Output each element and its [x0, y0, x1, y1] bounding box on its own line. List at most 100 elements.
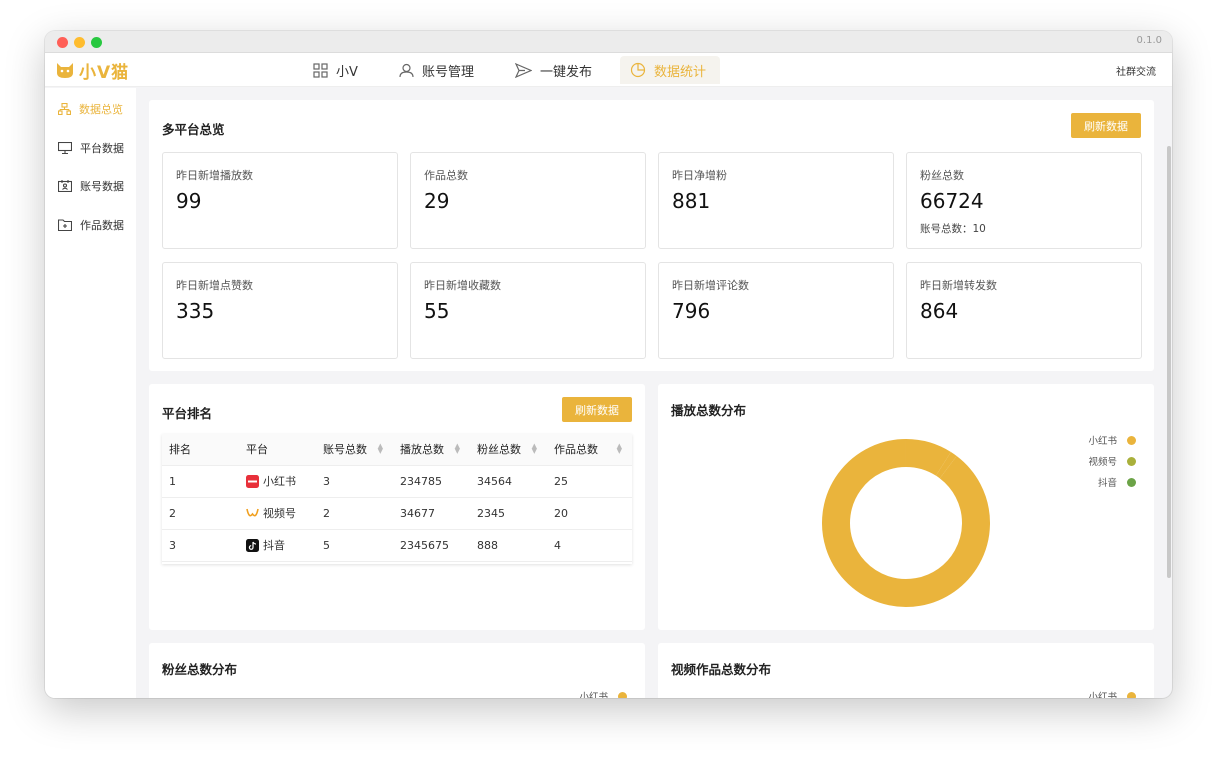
- legend-item[interactable]: 小红书: [1088, 433, 1136, 447]
- sidebar-item-label: 账号数据: [80, 180, 124, 194]
- community-link[interactable]: 社群交流: [1116, 63, 1156, 78]
- sidebar-item-account-data[interactable]: 账号数据: [45, 167, 136, 206]
- cell-platform: 视频号: [239, 497, 316, 530]
- table-row: 3 抖音 5 2345675 888 4: [162, 529, 632, 562]
- tab-label: 数据统计: [654, 64, 707, 80]
- cell-accounts: 3: [316, 465, 393, 498]
- cell-plays: 2345675: [393, 529, 470, 562]
- stat-card-net-fans: 昨日净增粉 881: [658, 152, 894, 249]
- cell-fans: 2345: [470, 497, 547, 530]
- legend-marker: [1127, 691, 1136, 698]
- sort-icon[interactable]: ▲ ▼: [617, 443, 622, 455]
- legend-marker: [1127, 456, 1136, 466]
- stat-card-new-plays: 昨日新增播放数 99: [162, 152, 398, 249]
- column-header-fans[interactable]: 粉丝总数 ▲ ▼: [470, 434, 547, 466]
- plays-chart-title: 播放总数分布: [671, 403, 747, 418]
- legend-item[interactable]: 小红书: [1088, 689, 1136, 698]
- stat-card-new-comments: 昨日新增评论数 796: [658, 262, 894, 359]
- stat-label: 昨日新增评论数: [672, 279, 749, 292]
- column-header-accounts[interactable]: 账号总数 ▲ ▼: [316, 434, 393, 466]
- cell-works: 20: [547, 497, 632, 530]
- cell-fans: 34564: [470, 465, 547, 498]
- send-icon: [515, 62, 532, 78]
- fans-distribution-panel: 粉丝总数分布 小红书: [149, 643, 645, 698]
- legend-item[interactable]: 抖音: [1098, 475, 1136, 489]
- stat-card-new-shares: 昨日新增转发数 864: [906, 262, 1142, 359]
- sidebar-item-label: 数据总览: [79, 103, 123, 117]
- ranking-refresh-button[interactable]: 刷新数据: [562, 397, 632, 422]
- ranking-table: 排名 平台 账号总数 ▲ ▼ 播放总数 ▲ ▼ 粉丝总数 ▲ ▼ 作品总数 ▲ ▼ 1: [162, 434, 632, 564]
- app-name: 小V猫: [79, 62, 130, 83]
- stat-label: 粉丝总数: [920, 169, 964, 182]
- monitor-icon: [58, 141, 72, 154]
- stat-label: 昨日新增转发数: [920, 279, 997, 292]
- maximize-window-button[interactable]: [91, 37, 102, 48]
- sidebar-item-platform-data[interactable]: 平台数据: [45, 129, 136, 168]
- donut-slice-1[interactable]: [935, 452, 957, 479]
- stat-label: 昨日新增收藏数: [424, 279, 501, 292]
- ranking-title: 平台排名: [162, 406, 213, 421]
- cell-plays: 34677: [393, 497, 470, 530]
- column-header-platform: 平台: [239, 434, 316, 466]
- sidebar-item-works-data[interactable]: 作品数据: [45, 206, 136, 245]
- overview-panel: 多平台总览 刷新数据 昨日新增播放数 99 作品总数 29 昨日净增粉 881 …: [149, 100, 1154, 371]
- cell-rank: 3: [162, 529, 239, 562]
- vertical-scrollbar[interactable]: [1167, 146, 1171, 578]
- douyin-icon: [246, 538, 259, 552]
- tab-account-management[interactable]: 账号管理: [389, 56, 484, 84]
- stat-value: 864: [920, 299, 959, 323]
- plays-distribution-panel: 播放总数分布 小红书 视频号 抖音: [658, 384, 1154, 630]
- grid-icon: [313, 62, 328, 78]
- legend-item[interactable]: 视频号: [1088, 454, 1136, 468]
- tab-one-click-publish[interactable]: 一键发布: [505, 56, 602, 84]
- column-header-plays[interactable]: 播放总数 ▲ ▼: [393, 434, 470, 466]
- stat-card-new-favorites: 昨日新增收藏数 55: [410, 262, 646, 359]
- tab-label: 一键发布: [540, 64, 593, 80]
- stat-value: 796: [672, 299, 711, 323]
- legend-marker: [1127, 477, 1136, 487]
- user-icon: [399, 63, 414, 77]
- sort-icon[interactable]: ▲ ▼: [455, 443, 460, 455]
- cell-platform: 抖音: [239, 529, 316, 562]
- sidebar-item-overview[interactable]: 数据总览: [45, 90, 136, 129]
- app-logo[interactable]: 小V猫: [55, 60, 130, 83]
- stat-value: 29: [424, 189, 450, 213]
- column-header-works[interactable]: 作品总数 ▲ ▼: [547, 434, 632, 466]
- stat-value: 881: [672, 189, 711, 213]
- account-card-icon: [58, 180, 72, 193]
- app-window: 0.1.0 小V猫 小V 账号管理 一键发布 数据统计 社群交流 数据总览 平台…: [45, 31, 1172, 698]
- tab-xiaov[interactable]: 小V: [303, 56, 368, 84]
- donut-slice-0[interactable]: [905, 439, 951, 476]
- cell-platform: 小红书: [239, 465, 316, 498]
- stat-value: 335: [176, 299, 215, 323]
- cell-works: 4: [547, 529, 632, 562]
- tab-label: 小V: [336, 64, 358, 80]
- ranking-panel: 平台排名 刷新数据 排名 平台 账号总数 ▲ ▼ 播放总数 ▲ ▼ 粉丝总数 ▲ ▼ 作品总…: [149, 384, 645, 630]
- stat-value: 66724: [920, 189, 984, 213]
- tab-data-statistics[interactable]: 数据统计: [620, 56, 720, 84]
- legend-marker: [618, 691, 627, 698]
- plays-donut-chart: [822, 439, 990, 607]
- legend-marker: [1127, 435, 1136, 445]
- close-window-button[interactable]: [57, 37, 68, 48]
- legend-item[interactable]: 小红书: [579, 689, 627, 698]
- overview-refresh-button[interactable]: 刷新数据: [1071, 113, 1141, 138]
- column-header-rank: 排名: [162, 434, 239, 466]
- works-distribution-panel: 视频作品总数分布 小红书: [658, 643, 1154, 698]
- stat-value: 99: [176, 189, 202, 213]
- stat-value: 55: [424, 299, 450, 323]
- stat-sub-account-count: 账号总数：10: [920, 223, 986, 235]
- minimize-window-button[interactable]: [74, 37, 85, 48]
- table-row: 2 视频号 2 34677 2345 20: [162, 497, 632, 530]
- cell-rank: 2: [162, 497, 239, 530]
- sidebar-item-label: 作品数据: [80, 218, 124, 232]
- cell-fans: 888: [470, 529, 547, 562]
- table-row: 1 小红书 3 234785 34564 25: [162, 465, 632, 498]
- overview-icon: [58, 103, 71, 116]
- stat-label: 昨日新增点赞数: [176, 279, 253, 292]
- donut-slice-2[interactable]: [822, 439, 990, 607]
- stat-label: 昨日净增粉: [672, 169, 727, 182]
- stat-card-total-works: 作品总数 29: [410, 152, 646, 249]
- sort-icon[interactable]: ▲ ▼: [378, 443, 383, 455]
- sort-icon[interactable]: ▲ ▼: [532, 443, 537, 455]
